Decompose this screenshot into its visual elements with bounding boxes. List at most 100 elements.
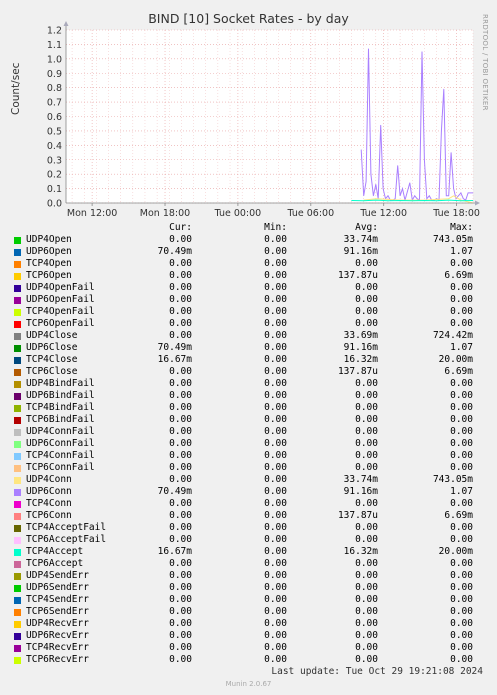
legend-name: TCP6SendErr	[26, 606, 89, 617]
data-point	[472, 200, 474, 201]
legend-min: 0.00	[264, 474, 287, 485]
legend-avg: 0.00	[355, 282, 378, 293]
legend-name: TCP4BindFail	[26, 402, 95, 413]
y-tick-label: 0.8	[47, 83, 62, 94]
legend-avg: 0.00	[355, 570, 378, 581]
legend-max: 0.00	[450, 594, 473, 605]
data-point	[441, 130, 442, 132]
data-point	[424, 159, 425, 161]
legend-row: TCP6AcceptFail 0.00 0.00 0.00 0.00	[0, 534, 497, 546]
data-point	[436, 198, 437, 199]
legend-max: 6.69m	[444, 366, 473, 377]
legend-row: TCP6RecvErr 0.00 0.00 0.00 0.00	[0, 654, 497, 666]
legend-row: TCP4RecvErr 0.00 0.00 0.00 0.00	[0, 642, 497, 654]
data-point	[424, 200, 425, 201]
legend-swatch	[14, 608, 21, 616]
y-axis-arrow	[63, 21, 69, 26]
legend-name: TCP6BindFail	[26, 414, 95, 425]
legend-max: 0.00	[450, 606, 473, 617]
legend-avg: 33.74m	[343, 234, 378, 245]
legend-min: 0.00	[264, 402, 287, 413]
legend-name: TCP4Open	[26, 258, 72, 269]
legend-name: TCP6Conn	[26, 510, 72, 521]
legend-max: 0.00	[450, 282, 473, 293]
legend-swatch	[14, 656, 21, 664]
legend-name: UDP4Open	[26, 234, 72, 245]
data-point	[397, 165, 398, 166]
data-point	[375, 198, 377, 199]
legend-swatch	[14, 548, 21, 556]
legend-avg: 91.16m	[343, 486, 378, 497]
y-tick-label: 0.6	[47, 112, 62, 123]
y-tick-label: 0.3	[47, 155, 62, 166]
legend-name: TCP4SendErr	[26, 594, 89, 605]
legend-min: 0.00	[264, 510, 287, 521]
legend-max: 724.42m	[432, 330, 473, 341]
legend-swatch	[14, 512, 21, 520]
legend-min: 0.00	[264, 294, 287, 305]
legend-cur: 0.00	[169, 642, 192, 653]
legend-cur: 0.00	[169, 402, 192, 413]
legend-min: 0.00	[264, 342, 287, 353]
legend-max: 6.69m	[444, 270, 473, 281]
legend-cur: 0.00	[169, 630, 192, 641]
y-tick-label: 0.4	[47, 141, 62, 152]
legend-avg: 137.87u	[337, 510, 378, 521]
data-point	[467, 192, 469, 194]
legend-name: UDP4BindFail	[26, 378, 95, 389]
legend-row: UDP6OpenFail 0.00 0.00 0.00 0.00	[0, 294, 497, 306]
legend-avg: 33.74m	[343, 474, 378, 485]
legend-max: 0.00	[450, 318, 473, 329]
legend-row: TCP4AcceptFail 0.00 0.00 0.00 0.00	[0, 522, 497, 534]
x-axis-arrow	[475, 200, 480, 206]
legend-avg: 0.00	[355, 450, 378, 461]
legend-min: 0.00	[264, 378, 287, 389]
legend-cur: 0.00	[169, 582, 192, 593]
legend-name: TCP4AcceptFail	[26, 522, 107, 533]
legend-min: 0.00	[264, 594, 287, 605]
legend-row: UDP4RecvErr 0.00 0.00 0.00 0.00	[0, 618, 497, 630]
header-max: Max:	[450, 222, 473, 233]
legend-name: TCP6AcceptFail	[26, 534, 107, 545]
legend-row: TCP6Accept 0.00 0.00 0.00 0.00	[0, 558, 497, 570]
legend-name: UDP4ConnFail	[26, 426, 95, 437]
legend-row: UDP6ConnFail 0.00 0.00 0.00 0.00	[0, 438, 497, 450]
legend-cur: 16.67m	[157, 546, 192, 557]
legend-row: UDP4Conn 0.00 0.00 33.74m 743.05m	[0, 474, 497, 486]
legend-min: 0.00	[264, 270, 287, 281]
legend-cur: 0.00	[169, 594, 192, 605]
legend-cur: 0.00	[169, 570, 192, 581]
legend-max: 0.00	[450, 426, 473, 437]
data-point	[382, 188, 384, 189]
legend-row: TCP4Close 16.67m 0.00 16.32m 20.00m	[0, 354, 497, 366]
data-point	[414, 195, 415, 197]
legend-max: 0.00	[450, 414, 473, 425]
data-point	[407, 191, 408, 192]
legend-swatch	[14, 536, 21, 544]
legend-max: 743.05m	[432, 234, 473, 245]
legend-max: 0.00	[450, 522, 473, 533]
legend-avg: 0.00	[355, 498, 378, 509]
legend-name: TCP4OpenFail	[26, 306, 95, 317]
data-point	[380, 124, 381, 126]
legend-row: TCP4Open 0.00 0.00 0.00 0.00	[0, 258, 497, 270]
data-point	[426, 198, 428, 199]
legend-row: TCP6Conn 0.00 0.00 137.87u 6.69m	[0, 510, 497, 522]
y-tick-label: 1.1	[47, 40, 62, 51]
legend-swatch	[14, 440, 21, 448]
legend-swatch	[14, 332, 21, 340]
legend-row: TCP4SendErr 0.00 0.00 0.00 0.00	[0, 594, 497, 606]
y-tick-labels: 0.0 0.1 0.2 0.3 0.4 0.5 0.6 0.7 0.8 0.9 1.0 1.1 1.2	[47, 26, 62, 210]
legend-cur: 0.00	[169, 462, 192, 473]
legend-max: 0.00	[450, 306, 473, 317]
legend-cur: 16.67m	[157, 354, 192, 365]
legend-avg: 0.00	[355, 462, 378, 473]
y-tick-label: 0.7	[47, 98, 62, 109]
legend-min: 0.00	[264, 570, 287, 581]
legend-avg: 137.87u	[337, 366, 378, 377]
legend-swatch	[14, 368, 21, 376]
data-point	[411, 200, 413, 201]
legend-row: TCP6OpenFail 0.00 0.00 0.00 0.00	[0, 318, 497, 330]
legend-avg: 0.00	[355, 594, 378, 605]
legend-avg: 0.00	[355, 258, 378, 269]
